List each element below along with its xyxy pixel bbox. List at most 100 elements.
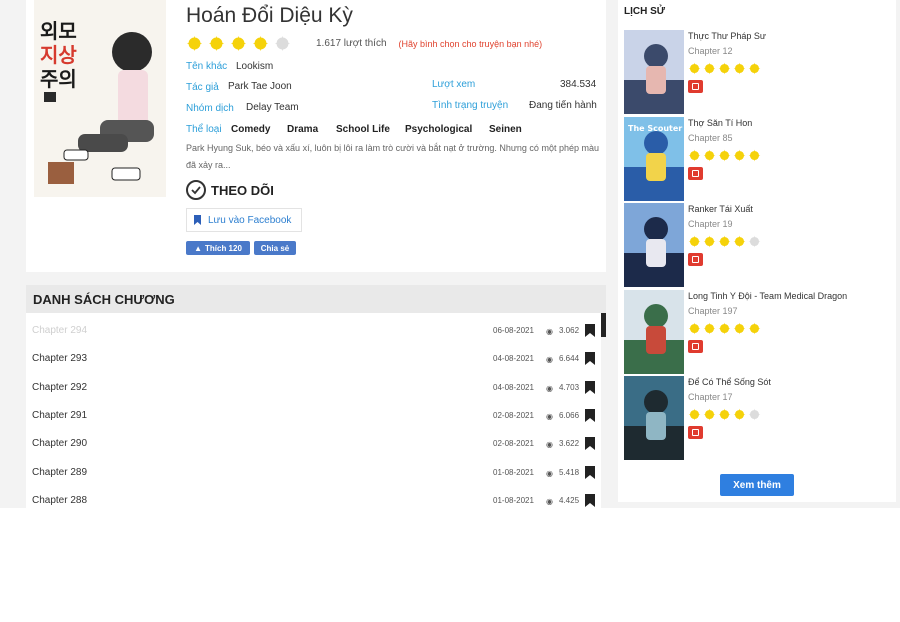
chapter-row[interactable]: Chapter 293 04-08-2021 ◉ 6.644 [26, 345, 598, 373]
scrollbar-track[interactable] [601, 313, 606, 508]
manga-cover-icon [624, 289, 684, 374]
genre-tag[interactable]: Psychological [405, 124, 472, 135]
chapter-date: 01-08-2021 [493, 467, 534, 477]
save-to-facebook-button[interactable]: Lưu vào Facebook [186, 208, 302, 232]
chapter-views: 3.622 [559, 439, 580, 449]
history-chapter[interactable]: Chapter 19 [688, 219, 733, 229]
delete-history-button[interactable] [688, 166, 703, 180]
bookmark-icon[interactable] [584, 352, 596, 366]
facebook-like-button[interactable]: ▲ Thích 120 [186, 241, 250, 255]
delete-history-button[interactable] [688, 253, 703, 266]
delete-history-button[interactable] [688, 80, 703, 93]
manga-description: Park Hyung Suk, béo và xấu xí, luôn bị l… [186, 143, 599, 170]
history-item[interactable]: Ranker Tái Xuất Chapter 19 [624, 203, 892, 287]
delete-history-button[interactable] [688, 339, 703, 353]
history-chapter[interactable]: Chapter 12 [688, 46, 733, 56]
star-icon [703, 149, 716, 161]
star-icon [703, 235, 716, 248]
history-thumbnail[interactable] [624, 203, 684, 287]
check-icon [186, 180, 206, 200]
chapter-date: 02-08-2021 [493, 439, 534, 449]
history-item[interactable]: Thực Thư Pháp Sư Chapter 12 [624, 30, 892, 114]
bookmark-icon[interactable] [584, 408, 596, 422]
star-icon [733, 408, 746, 421]
bookmark-icon[interactable] [584, 437, 596, 451]
history-manga-name[interactable]: Long Tinh Y Đội - Team Medical Dragon [688, 291, 847, 301]
chapter-row[interactable]: Chapter 294 06-08-2021 ◉ 3.062 [26, 317, 598, 345]
like-count: 1.617 lượt thích [316, 38, 387, 49]
manga-cover-icon [624, 30, 684, 114]
chapter-name[interactable]: Chapter 292 [32, 382, 87, 393]
history-manga-name[interactable]: Để Có Thể Sống Sót [688, 377, 771, 387]
history-manga-name[interactable]: Thực Thư Pháp Sư [688, 31, 766, 41]
history-item[interactable]: Long Tinh Y Đội - Team Medical Dragon Cha… [624, 289, 892, 374]
chapter-name[interactable]: Chapter 290 [32, 438, 87, 449]
chapter-name[interactable]: Chapter 288 [32, 495, 87, 506]
star-icon [748, 235, 761, 248]
bookmark-icon[interactable] [584, 493, 596, 507]
genre-tag[interactable]: Comedy [231, 124, 270, 135]
genre-tag[interactable]: Drama [287, 124, 318, 135]
chapter-views: 6.644 [559, 354, 580, 364]
facebook-like-label: Thích 120 [205, 243, 242, 253]
star-icon [718, 408, 731, 421]
history-thumbnail[interactable] [624, 289, 684, 374]
history-thumbnail[interactable] [624, 30, 684, 114]
chapter-row[interactable]: Chapter 290 02-08-2021 ◉ 3.622 [26, 430, 598, 458]
history-sidebar: LỊCH SỬ Thực Thư Pháp Sư Chapter 12 The Sc… [618, 0, 896, 502]
chapter-name[interactable]: Chapter 289 [32, 467, 87, 478]
history-rating [688, 62, 763, 75]
follow-button[interactable]: THEO DÕI [186, 180, 274, 200]
star-icon[interactable] [230, 35, 247, 52]
translator-value[interactable]: Delay Team [246, 102, 299, 113]
chapter-name[interactable]: Chapter 293 [32, 353, 87, 364]
history-thumbnail[interactable] [624, 376, 684, 460]
chapter-row[interactable]: Chapter 288 01-08-2021 ◉ 4.425 [26, 487, 598, 508]
bookmark-icon[interactable] [584, 324, 596, 337]
star-icon[interactable] [274, 35, 291, 52]
history-title: LỊCH SỬ [624, 6, 666, 17]
see-more-button[interactable]: Xem thêm [720, 474, 794, 496]
chapter-views: 6.066 [559, 410, 580, 420]
history-item[interactable]: Để Có Thể Sống Sót Chapter 17 [624, 376, 892, 460]
star-icon [718, 322, 731, 334]
facebook-share-label: Chia sẻ [260, 243, 290, 253]
chapter-name[interactable]: Chapter 294 [32, 325, 87, 336]
star-icon [718, 62, 731, 75]
save-to-facebook-label: Lưu vào Facebook [208, 214, 292, 226]
chapter-row[interactable]: Chapter 289 01-08-2021 ◉ 5.418 [26, 459, 598, 487]
chapter-views: 3.062 [559, 326, 580, 335]
history-chapter[interactable]: Chapter 85 [688, 133, 733, 143]
history-thumbnail[interactable]: The Scouter [624, 116, 684, 201]
star-icon[interactable] [186, 35, 203, 52]
trash-icon [692, 169, 699, 177]
star-icon[interactable] [208, 35, 225, 52]
star-icon [748, 322, 761, 334]
svg-text:외모: 외모 [40, 19, 77, 43]
star-icon[interactable] [252, 35, 269, 52]
history-chapter[interactable]: Chapter 197 [688, 306, 738, 316]
scrollbar-thumb[interactable] [601, 313, 606, 337]
rating-stars[interactable]: 1.617 lượt thích (Hãy bình chọn cho truy… [186, 35, 542, 52]
history-manga-name[interactable]: Thợ Săn Tí Hon [688, 118, 752, 128]
history-manga-name[interactable]: Ranker Tái Xuất [688, 204, 753, 214]
facebook-share-button[interactable]: Chia sẻ [254, 241, 296, 255]
chapter-row[interactable]: Chapter 292 04-08-2021 ◉ 4.703 [26, 374, 598, 402]
bookmark-icon[interactable] [584, 465, 596, 479]
manga-cover-icon [624, 203, 684, 287]
star-icon [688, 149, 701, 161]
star-icon [688, 408, 701, 421]
bookmark-icon[interactable] [584, 380, 596, 394]
star-icon [688, 235, 701, 248]
chapter-name[interactable]: Chapter 291 [32, 410, 87, 421]
history-chapter[interactable]: Chapter 17 [688, 392, 733, 402]
star-icon [688, 62, 701, 75]
genre-tag[interactable]: School Life [336, 124, 390, 135]
author-value[interactable]: Park Tae Joon [228, 81, 292, 92]
status-label: Tình trạng truyện [432, 100, 509, 111]
genre-tag[interactable]: Seinen [489, 124, 522, 135]
delete-history-button[interactable] [688, 426, 703, 439]
vote-hint: (Hãy bình chọn cho truyện bạn nhé) [398, 38, 543, 49]
history-item[interactable]: The Scouter Thợ Săn Tí Hon Chapter 85 [624, 116, 892, 201]
chapter-row[interactable]: Chapter 291 02-08-2021 ◉ 6.066 [26, 402, 598, 430]
